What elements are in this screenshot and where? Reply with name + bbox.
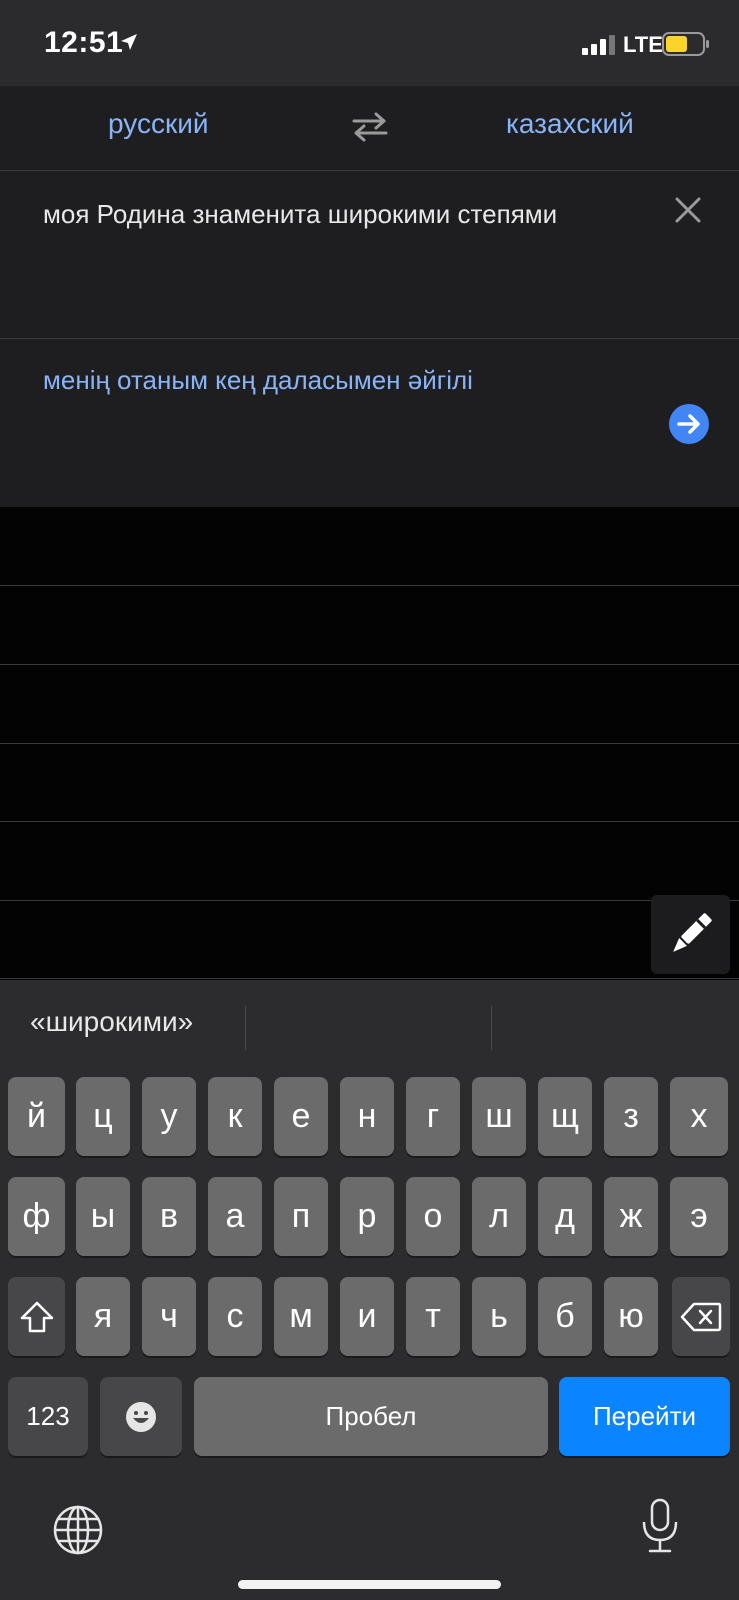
- language-bar: русский казахский: [0, 86, 739, 171]
- key[interactable]: ю: [604, 1277, 658, 1356]
- key[interactable]: ь: [472, 1277, 526, 1356]
- translation-result-area: менің отаным кең даласымен әйгілі: [0, 339, 739, 507]
- suggestion-item[interactable]: «широкими»: [30, 1006, 193, 1038]
- key[interactable]: р: [340, 1177, 394, 1256]
- key[interactable]: я: [76, 1277, 130, 1356]
- history-list: [0, 507, 739, 980]
- status-time: 12:51: [44, 26, 124, 59]
- key[interactable]: т: [406, 1277, 460, 1356]
- source-text-area[interactable]: моя Родина знаменита широкими степями: [0, 171, 739, 339]
- key[interactable]: к: [208, 1077, 262, 1156]
- key[interactable]: щ: [538, 1077, 592, 1156]
- clear-icon[interactable]: [674, 196, 702, 229]
- translation-text: менің отаным кең даласымен әйгілі: [43, 365, 473, 395]
- source-text[interactable]: моя Родина знаменита широкими степями: [43, 199, 557, 230]
- status-bar: 12:51 LTE: [0, 0, 739, 86]
- target-language-button[interactable]: казахский: [506, 108, 634, 140]
- backspace-key[interactable]: [672, 1277, 730, 1356]
- key[interactable]: ч: [142, 1277, 196, 1356]
- key[interactable]: и: [340, 1277, 394, 1356]
- suggestion-divider: [245, 1006, 246, 1050]
- key[interactable]: у: [142, 1077, 196, 1156]
- home-indicator: [238, 1580, 501, 1589]
- key[interactable]: э: [670, 1177, 728, 1256]
- space-key[interactable]: Пробел: [194, 1377, 548, 1456]
- row-divider: [0, 585, 739, 586]
- pen-icon: [673, 913, 712, 952]
- network-type: LTE: [623, 32, 663, 57]
- key[interactable]: ш: [472, 1077, 526, 1156]
- key[interactable]: с: [208, 1277, 262, 1356]
- key[interactable]: о: [406, 1177, 460, 1256]
- shift-icon: [20, 1301, 53, 1332]
- row-divider: [0, 978, 739, 979]
- handwriting-button[interactable]: [651, 895, 730, 974]
- emoji-key[interactable]: [100, 1377, 182, 1456]
- emoji-icon: [126, 1401, 156, 1432]
- row-divider: [0, 664, 739, 665]
- shift-key[interactable]: [8, 1277, 65, 1356]
- microphone-icon[interactable]: [640, 1498, 680, 1559]
- row-divider: [0, 743, 739, 744]
- key[interactable]: п: [274, 1177, 328, 1256]
- globe-icon[interactable]: [53, 1505, 103, 1560]
- key[interactable]: л: [472, 1177, 526, 1256]
- key[interactable]: а: [208, 1177, 262, 1256]
- backspace-icon: [680, 1302, 722, 1331]
- key[interactable]: м: [274, 1277, 328, 1356]
- key[interactable]: з: [604, 1077, 658, 1156]
- cellular-signal-icon: [582, 35, 616, 60]
- swap-languages-icon[interactable]: [350, 110, 390, 149]
- row-divider: [0, 900, 739, 901]
- key[interactable]: н: [340, 1077, 394, 1156]
- suggestion-divider: [491, 1006, 492, 1050]
- row-divider: [0, 821, 739, 822]
- key[interactable]: б: [538, 1277, 592, 1356]
- key[interactable]: ф: [8, 1177, 65, 1256]
- key[interactable]: д: [538, 1177, 592, 1256]
- keyboard: «широкими» й ц у к е н г ш щ з х ф ы в а…: [0, 980, 739, 1600]
- key[interactable]: е: [274, 1077, 328, 1156]
- send-arrow-icon[interactable]: [668, 403, 710, 450]
- key[interactable]: в: [142, 1177, 196, 1256]
- location-arrow-icon: [120, 33, 138, 56]
- key[interactable]: ц: [76, 1077, 130, 1156]
- go-key[interactable]: Перейти: [559, 1377, 730, 1456]
- key[interactable]: й: [8, 1077, 65, 1156]
- battery-icon: [662, 32, 710, 61]
- numbers-key[interactable]: 123: [8, 1377, 88, 1456]
- key[interactable]: х: [670, 1077, 728, 1156]
- source-language-button[interactable]: русский: [108, 108, 208, 140]
- key[interactable]: ж: [604, 1177, 658, 1256]
- key[interactable]: г: [406, 1077, 460, 1156]
- key[interactable]: ы: [76, 1177, 130, 1256]
